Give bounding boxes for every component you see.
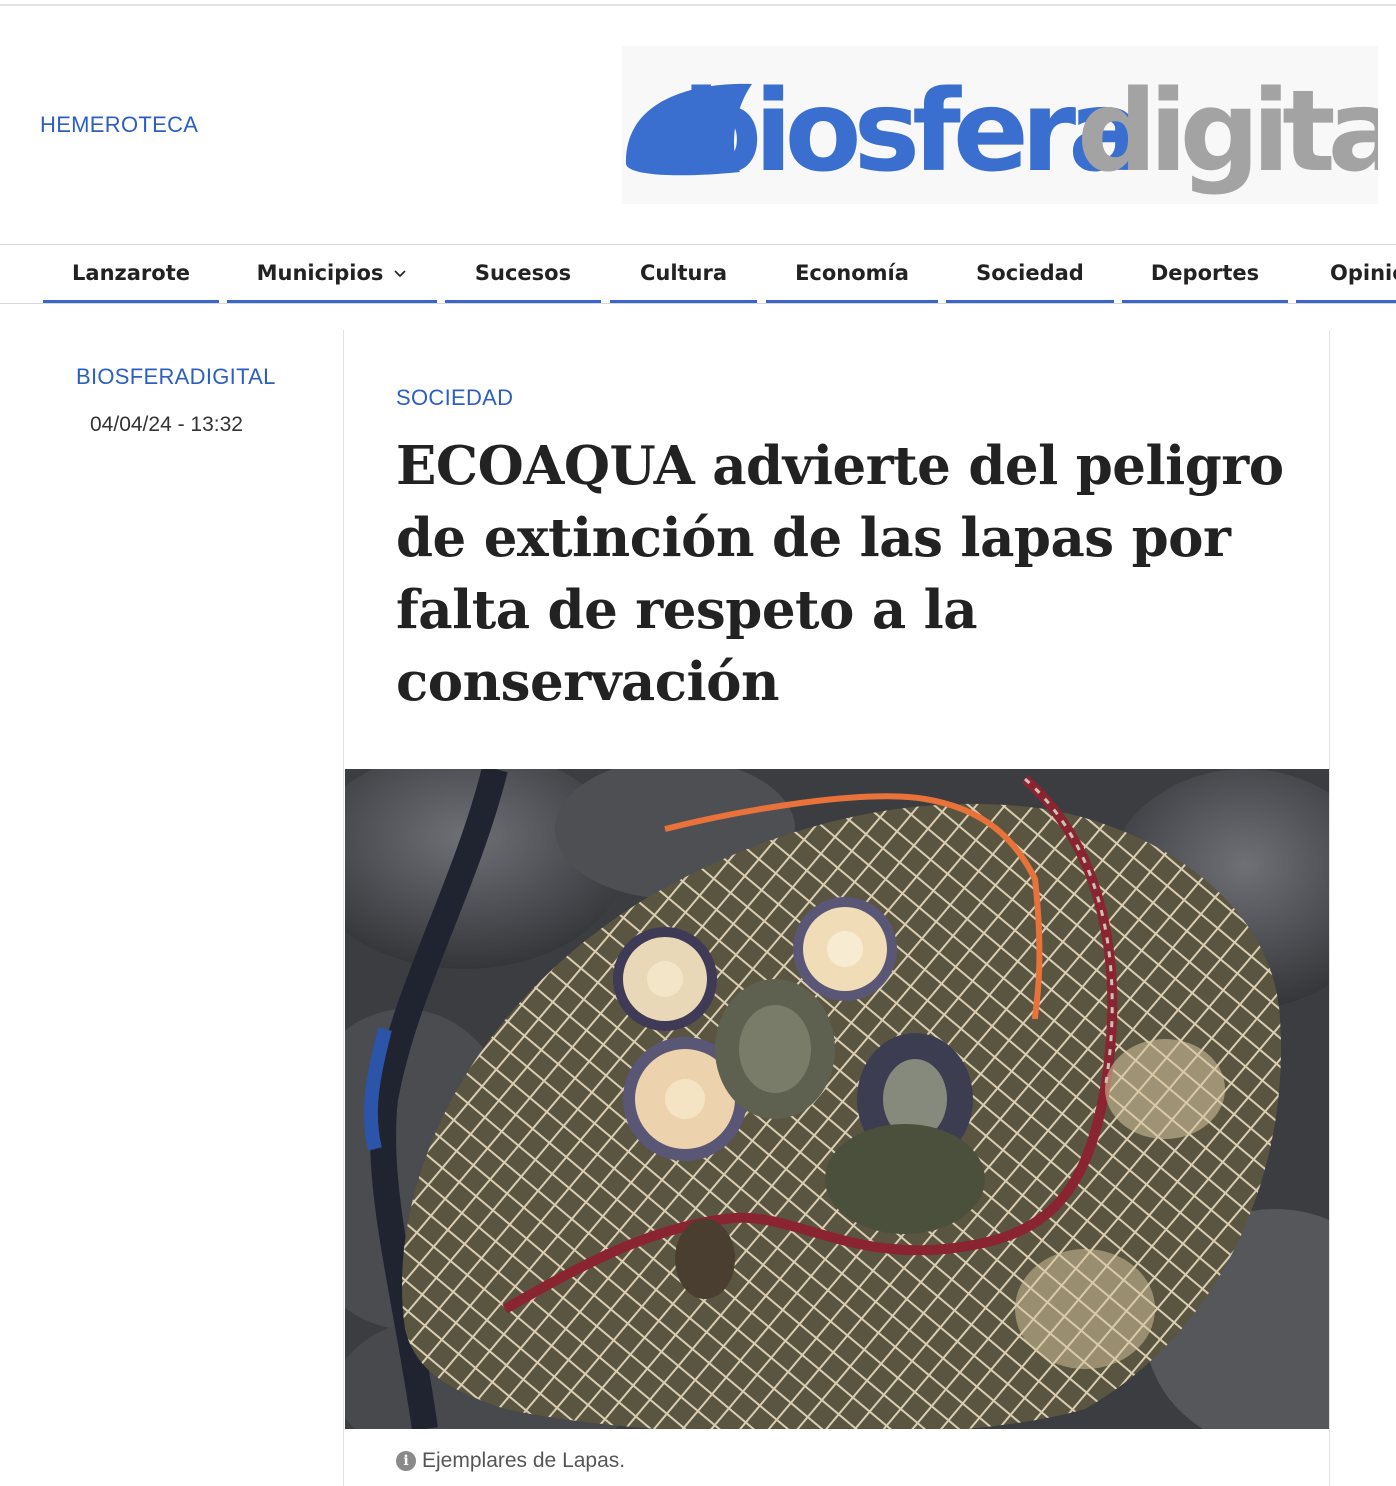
logo-text-digital: digital bbox=[1077, 67, 1378, 197]
photo-caption: i Ejemplares de Lapas. bbox=[396, 1449, 625, 1473]
nav-item-sucesos[interactable]: Sucesos bbox=[445, 245, 601, 303]
author-link[interactable]: BIOSFERADIGITAL bbox=[76, 364, 276, 390]
logo-text-biosfera: biosfera bbox=[682, 67, 1136, 197]
info-icon: i bbox=[396, 1451, 416, 1471]
nav-item-opinion[interactable]: Opinió bbox=[1296, 245, 1396, 303]
caption-text: Ejemplares de Lapas. bbox=[422, 1449, 626, 1472]
nav-item-label: Deportes bbox=[1150, 260, 1260, 285]
main-navigation: Lanzarote Municipios Sucesos Cultura Eco… bbox=[0, 244, 1396, 304]
chevron-down-icon bbox=[394, 269, 406, 277]
nav-item-label: Sucesos bbox=[474, 260, 572, 285]
nav-item-economia[interactable]: Economía bbox=[766, 245, 938, 303]
publish-date: 04/04/24 - 13:32 bbox=[90, 413, 243, 436]
nav-item-municipios[interactable]: Municipios bbox=[227, 245, 437, 303]
nav-item-label: Cultura bbox=[639, 260, 728, 285]
nav-item-label: Opinió bbox=[1330, 260, 1396, 285]
site-logo[interactable]: biosfera digital bbox=[622, 46, 1378, 204]
nav-item-label: Economía bbox=[795, 260, 909, 285]
nav-item-label: Lanzarote bbox=[72, 260, 190, 285]
nav-item-label: Municipios bbox=[256, 260, 384, 285]
section-link[interactable]: SOCIEDAD bbox=[396, 385, 513, 411]
top-divider bbox=[0, 4, 1396, 6]
nav-item-sociedad[interactable]: Sociedad bbox=[946, 245, 1114, 303]
article-headline: ECOAQUA advierte del peligro de extinció… bbox=[396, 435, 1284, 713]
nav-item-lanzarote[interactable]: Lanzarote bbox=[43, 245, 219, 303]
hemeroteca-link[interactable]: HEMEROTECA bbox=[40, 112, 198, 138]
article-photo[interactable] bbox=[345, 769, 1329, 1429]
nav-item-cultura[interactable]: Cultura bbox=[610, 245, 757, 303]
nav-item-deportes[interactable]: Deportes bbox=[1122, 245, 1288, 303]
nav-item-label: Sociedad bbox=[976, 260, 1084, 285]
